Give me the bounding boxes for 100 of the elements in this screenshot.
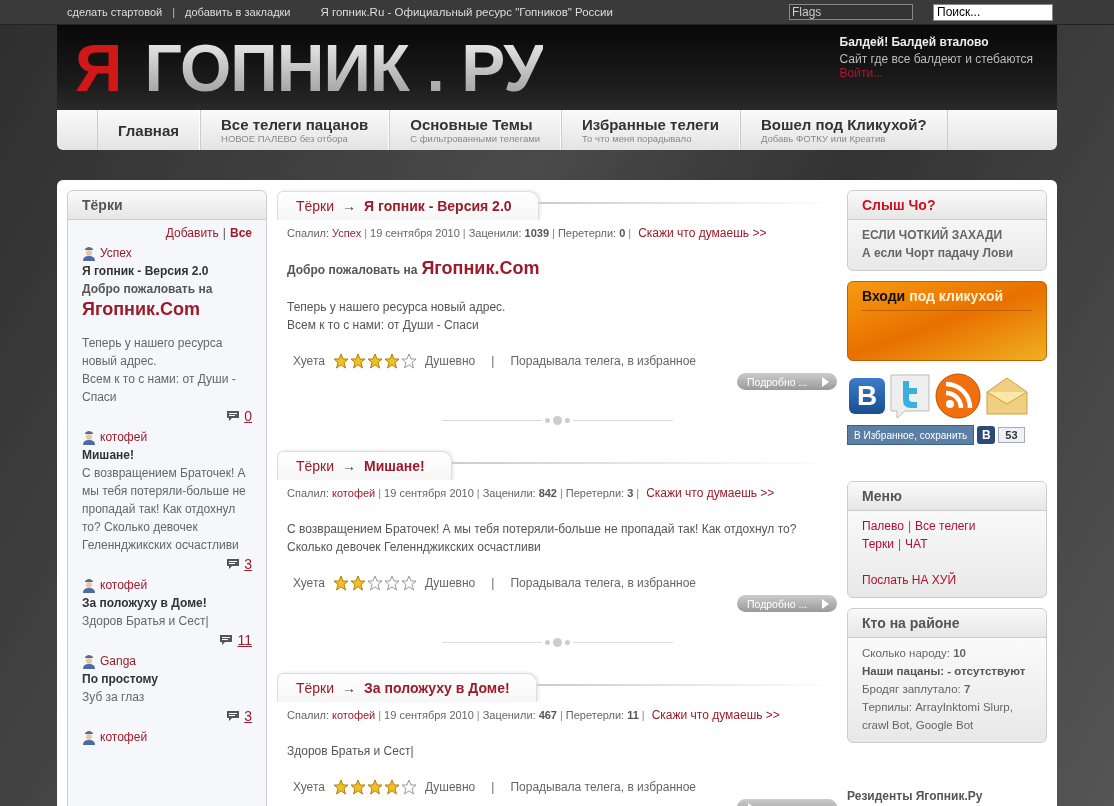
- post-title[interactable]: Мишане!: [364, 458, 425, 474]
- nav-item[interactable]: Основные Темы С фильтрованными телегами: [389, 110, 562, 150]
- post-text: С возвращением Браточек! А мы тебя потеряли-больше не пропадай так! Как отдохнул то? Сколько девочек Геленнджикских осчастливи: [286, 521, 798, 556]
- section-link[interactable]: Тёрки: [296, 198, 335, 214]
- bird-icon[interactable]: [889, 373, 931, 419]
- comment-link[interactable]: Скажи что думаешь >>: [638, 226, 767, 240]
- author-link[interactable]: Успех: [332, 227, 362, 239]
- rating-high-label: Душевно: [424, 354, 476, 368]
- author-link[interactable]: котофей: [100, 728, 148, 746]
- star-rating[interactable]: [332, 779, 417, 795]
- nav-item[interactable]: Избранные телеги То что меня порадывало: [561, 110, 740, 150]
- favorite-link[interactable]: Порадывала телега, в избранное: [510, 780, 696, 794]
- rating-high-label: Душевно: [424, 780, 476, 794]
- star-icon[interactable]: [366, 779, 383, 795]
- star-icon[interactable]: [400, 779, 417, 795]
- meta-separator: |: [636, 487, 640, 499]
- menu-link[interactable]: Все телеги: [915, 517, 976, 535]
- rating-low-label: Хуета: [293, 780, 325, 794]
- play-icon: [821, 598, 829, 609]
- menu-link[interactable]: Послать НА ХУЙ: [862, 571, 957, 589]
- topic-text: С возвращением Браточек! А мы тебя потеряли-больше не пропадай так! Как отдохнул то? Сколько девочек Геленнджикских осчастливи: [82, 465, 247, 554]
- nav-item[interactable]: Все телеги пацанов НОВОЕ ПАЛЕВО без отбора: [200, 110, 390, 150]
- menu-link[interactable]: Терки: [862, 535, 894, 553]
- topic-title[interactable]: Я гопник - Версия 2.0: [82, 262, 252, 280]
- topic-title[interactable]: По простому: [82, 670, 252, 688]
- comment-count-link[interactable]: 3: [244, 708, 252, 724]
- top-link[interactable]: добавить в закладки: [185, 6, 291, 18]
- all-link[interactable]: Все: [230, 226, 252, 240]
- meta-count: 3: [627, 487, 634, 499]
- menu-link[interactable]: ЧАТ: [905, 535, 928, 553]
- star-icon[interactable]: [400, 575, 417, 591]
- welcome-text: Добро пожаловать на: [287, 263, 418, 277]
- meta-separator: |: [364, 227, 367, 239]
- author-link[interactable]: котофей: [332, 709, 376, 721]
- share-button[interactable]: В Избранное, сохранить: [847, 425, 975, 445]
- post-title[interactable]: За положуху в Доме!: [364, 680, 510, 696]
- login-panel[interactable]: Входи под кликухой: [847, 281, 1047, 361]
- nav-item[interactable]: Главная: [97, 110, 200, 150]
- topic-title[interactable]: За положуху в Доме!: [82, 594, 252, 612]
- section-link[interactable]: Тёрки: [296, 458, 335, 474]
- author-link[interactable]: котофей: [100, 428, 148, 446]
- star-icon[interactable]: [349, 353, 366, 369]
- online-stat: Наши пацаны: - отсутствуют: [862, 664, 1027, 679]
- topic-title[interactable]: Мишане!: [82, 446, 252, 464]
- rating-separator: |: [491, 780, 495, 794]
- post-title[interactable]: Я гопник - Версия 2.0: [364, 198, 512, 214]
- star-icon[interactable]: [349, 575, 366, 591]
- star-icon[interactable]: [383, 779, 400, 795]
- author-link[interactable]: котофей: [100, 576, 148, 594]
- comment-link[interactable]: Скажи что думаешь >>: [651, 708, 780, 722]
- favorite-link[interactable]: Порадывала телега, в избранное: [510, 354, 696, 368]
- site-link[interactable]: Ягопник.Com: [421, 258, 540, 279]
- envelope-icon[interactable]: [985, 376, 1029, 416]
- comment-count-link[interactable]: 11: [237, 632, 252, 648]
- vk-badge[interactable]: В: [977, 426, 996, 444]
- author-link[interactable]: Ganga: [100, 652, 137, 670]
- star-icon[interactable]: [366, 353, 383, 369]
- meta-separator: |: [560, 709, 563, 721]
- author-link[interactable]: Успех: [100, 244, 132, 262]
- flags-field[interactable]: Flags: [789, 4, 913, 20]
- meta-label: Спалил:: [287, 709, 330, 721]
- star-icon[interactable]: [366, 575, 383, 591]
- star-icon[interactable]: [383, 575, 400, 591]
- vk-icon[interactable]: B: [849, 378, 885, 414]
- meta-label: Спалил:: [287, 227, 330, 239]
- star-icon[interactable]: [332, 779, 349, 795]
- meta-label: Заценили:: [482, 487, 536, 499]
- user-icon: [82, 245, 96, 261]
- meta-count: 467: [538, 709, 557, 721]
- add-link[interactable]: Добавить: [165, 226, 219, 240]
- search-field[interactable]: Поиск...: [933, 3, 1053, 21]
- topic-text: Зуб за глаз: [82, 689, 146, 706]
- online-stat: Бродяг заплутало: 7: [862, 682, 972, 697]
- site-link[interactable]: Ягопник.Com: [82, 298, 252, 320]
- meta-separator: |: [476, 487, 480, 499]
- star-rating[interactable]: [332, 575, 417, 591]
- comment-link[interactable]: Скажи что думаешь >>: [646, 486, 775, 500]
- star-rating[interactable]: [332, 353, 417, 369]
- section-link[interactable]: Тёрки: [296, 680, 335, 696]
- author-link[interactable]: котофей: [332, 487, 376, 499]
- post-date: 19 сентября 2010: [384, 709, 474, 721]
- star-icon[interactable]: [400, 353, 417, 369]
- meta-label: Перетерли:: [565, 709, 625, 721]
- rss-icon[interactable]: [935, 373, 981, 419]
- panel-title: Тёрки: [82, 197, 123, 213]
- star-icon[interactable]: [332, 353, 349, 369]
- comment-count-link[interactable]: 0: [244, 408, 252, 424]
- menu-link[interactable]: Палево: [862, 517, 904, 535]
- site-title: Я гопник.Ru - Официальный ресурс "Гопников" России: [320, 6, 613, 18]
- link-separator: |: [907, 518, 911, 535]
- user-icon: [82, 429, 96, 445]
- star-icon[interactable]: [332, 575, 349, 591]
- link-separator: |: [897, 536, 902, 553]
- favorite-link[interactable]: Порадывала телега, в избранное: [510, 576, 696, 590]
- comment-count-link[interactable]: 3: [244, 556, 252, 572]
- top-link[interactable]: сделать стартовой: [67, 6, 163, 18]
- star-icon[interactable]: [349, 779, 366, 795]
- star-icon[interactable]: [383, 353, 400, 369]
- breadcrumb-arrow: →: [342, 198, 357, 214]
- rating-low-label: Хуета: [293, 354, 325, 368]
